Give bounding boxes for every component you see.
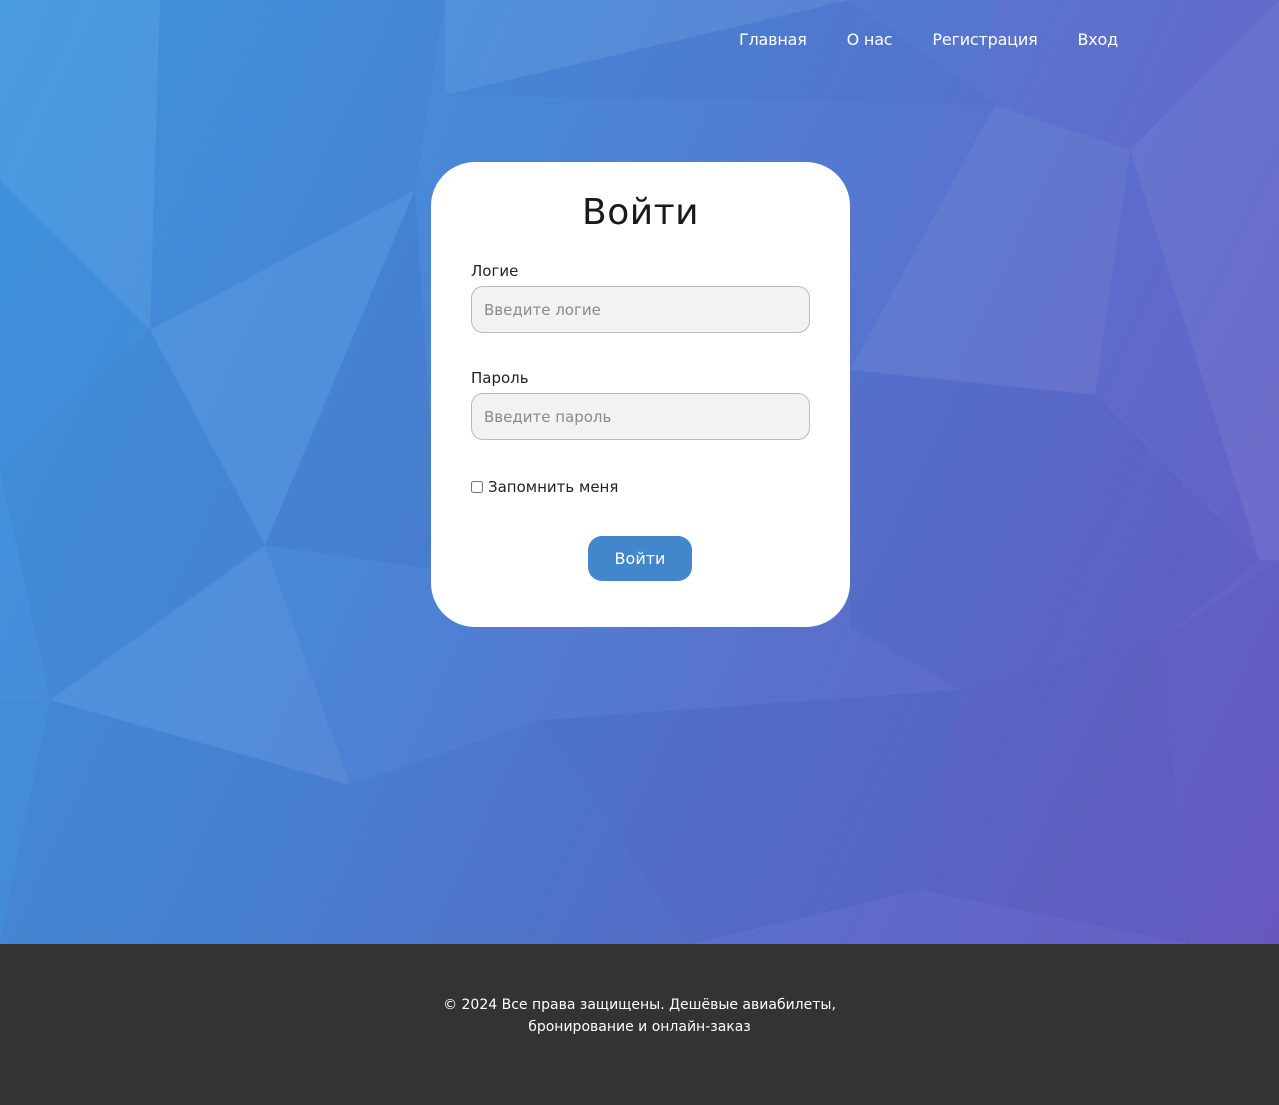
footer: © 2024 Все права защищены. Дешёвые авиаб… <box>0 944 1279 1105</box>
login-input[interactable] <box>471 286 810 333</box>
password-label: Пароль <box>471 369 529 387</box>
hero-background: Главная О нас Регистрация Вход Войти Лог… <box>0 0 1279 944</box>
top-nav: Главная О нас Регистрация Вход <box>739 30 1118 49</box>
login-card: Войти Логие Пароль Запомнить меня Войти <box>431 162 850 627</box>
login-title: Войти <box>582 192 699 233</box>
remember-me-checkbox[interactable] <box>471 481 483 493</box>
password-input[interactable] <box>471 393 810 440</box>
nav-link-login[interactable]: Вход <box>1078 30 1119 49</box>
remember-me-row: Запомнить меня <box>471 478 618 496</box>
login-label: Логие <box>471 262 519 280</box>
page: Главная О нас Регистрация Вход Войти Лог… <box>0 0 1279 1105</box>
login-submit-button[interactable]: Войти <box>588 536 692 581</box>
nav-link-register[interactable]: Регистрация <box>932 30 1037 49</box>
footer-line-1: © 2024 Все права защищены. Дешёвые авиаб… <box>443 997 836 1013</box>
footer-copyright: © 2024 Все права защищены. Дешёвые авиаб… <box>0 994 1279 1038</box>
nav-link-about[interactable]: О нас <box>847 30 893 49</box>
footer-line-2: бронирование и онлайн-заказ <box>528 1019 751 1035</box>
nav-link-home[interactable]: Главная <box>739 30 807 49</box>
remember-me-label: Запомнить меня <box>488 478 619 496</box>
